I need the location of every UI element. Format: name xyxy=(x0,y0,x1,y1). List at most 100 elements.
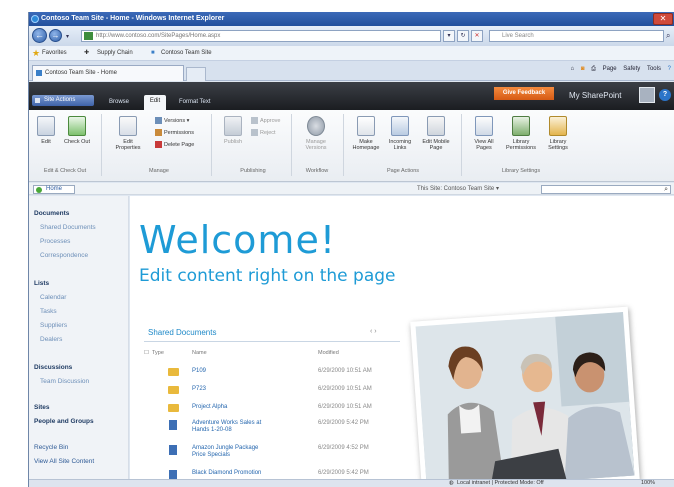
quicklaunch-item[interactable]: Correspondence xyxy=(40,252,88,259)
approve-button[interactable]: Approve xyxy=(251,117,281,125)
manage-versions-button[interactable]: Manage Versions xyxy=(301,116,331,151)
ribbon-tab-browse[interactable]: Browse xyxy=(109,99,129,105)
command-tools[interactable]: Tools xyxy=(647,66,661,72)
ribbon-tab-edit-label: Edit xyxy=(149,98,161,104)
library-settings-button[interactable]: Library Settings xyxy=(543,116,573,151)
quicklaunch-heading-sites[interactable]: Sites xyxy=(34,404,50,411)
folder-icon xyxy=(168,368,179,376)
quicklaunch-heading-discussions[interactable]: Discussions xyxy=(34,364,72,371)
help-icon[interactable]: ? xyxy=(668,66,671,72)
browser-tab-active[interactable]: Contoso Team Site - Home xyxy=(32,65,184,81)
make-homepage-button[interactable]: Make Homepage xyxy=(351,116,381,151)
column-name[interactable]: Name xyxy=(192,350,207,356)
document-name[interactable]: P109 xyxy=(192,368,270,375)
search-scope-select[interactable]: This Site: Contoso Team Site ▾ xyxy=(417,185,537,194)
webpart-menu-icon[interactable]: ‹ › xyxy=(370,328,377,335)
address-url: http://www.contoso.com/SitePages/Home.as… xyxy=(96,33,221,39)
reject-button[interactable]: Reject xyxy=(251,129,276,137)
library-permissions-button[interactable]: Library Permissions xyxy=(503,116,539,151)
mobile-page-icon xyxy=(427,116,445,136)
user-avatar[interactable] xyxy=(639,87,655,103)
command-safety[interactable]: Safety xyxy=(623,66,640,72)
table-row[interactable]: P109 6/29/2009 10:51 AM xyxy=(144,367,400,387)
search-icon[interactable]: ⌕ xyxy=(664,186,668,194)
library-permissions-label: Library Permissions xyxy=(506,139,536,151)
document-name[interactable]: P723 xyxy=(192,386,270,393)
quicklaunch-item[interactable]: Suppliers xyxy=(40,322,67,329)
versions-button[interactable]: Versions ▾ xyxy=(155,117,189,125)
manage-versions-label: Manage Versions xyxy=(305,139,327,151)
quicklaunch-heading-lists[interactable]: Lists xyxy=(34,280,49,287)
delete-page-button[interactable]: Delete Page xyxy=(155,141,194,149)
security-zone[interactable]: Local intranet | Protected Mode: Off xyxy=(457,480,544,487)
document-name[interactable]: Project Alpha xyxy=(192,404,270,411)
document-name[interactable]: Black Diamond Promotion xyxy=(192,470,270,477)
page-subheading[interactable]: Edit content right on the page xyxy=(139,266,396,286)
view-all-pages-label: View All Pages xyxy=(474,139,494,151)
quicklaunch-item[interactable]: Tasks xyxy=(40,308,57,315)
publish-button[interactable]: Publish xyxy=(221,116,245,145)
quicklaunch-item[interactable]: Shared Documents xyxy=(40,224,96,231)
favorites-button[interactable]: Favorites xyxy=(42,46,67,61)
feeds-icon[interactable]: ◙ xyxy=(581,66,585,72)
ribbon-tab-format-text[interactable]: Format Text xyxy=(179,99,211,105)
command-page[interactable]: Page xyxy=(603,66,617,72)
breadcrumb-home[interactable]: Home xyxy=(33,185,75,194)
document-name[interactable]: Adventure Works Sales at Hands 1-20-08 xyxy=(192,420,270,434)
quicklaunch-heading-documents[interactable]: Documents xyxy=(34,210,69,217)
favorite-link-contoso[interactable]: Contoso Team Site xyxy=(161,46,212,61)
home-icon[interactable]: ⌂ xyxy=(571,66,575,72)
sharepoint-help-button[interactable]: ? xyxy=(659,89,671,101)
group-manage: Manage xyxy=(149,168,169,174)
table-row[interactable]: Adventure Works Sales at Hands 1-20-08 6… xyxy=(144,419,400,439)
edit-properties-button[interactable]: Edit Properties xyxy=(111,116,145,151)
give-feedback-button[interactable]: Give Feedback xyxy=(494,87,554,100)
live-search-input[interactable]: Live Search xyxy=(489,30,664,42)
close-icon[interactable]: ✕ xyxy=(653,13,673,25)
recycle-bin-link[interactable]: Recycle Bin xyxy=(34,444,68,451)
refresh-button[interactable]: ↻ xyxy=(457,30,469,42)
group-publishing: Publishing xyxy=(240,168,266,174)
column-modified[interactable]: Modified xyxy=(318,350,339,356)
quicklaunch-item[interactable]: Dealers xyxy=(40,336,62,343)
title-bar: Contoso Team Site - Home - Windows Inter… xyxy=(29,12,674,26)
zoom-level[interactable]: 100% xyxy=(641,480,655,487)
document-name[interactable]: Amazon Jungle Package Price Specials xyxy=(192,445,270,459)
favorites-star-icon[interactable]: ★ xyxy=(32,46,40,61)
ribbon-tab-edit[interactable]: Edit xyxy=(144,95,166,110)
table-row[interactable]: Amazon Jungle Package Price Specials 6/2… xyxy=(144,444,400,464)
my-sharepoint-menu[interactable]: My SharePoint xyxy=(569,91,621,100)
site-actions-menu[interactable]: Site Actions xyxy=(32,95,94,106)
select-all-checkbox[interactable]: ☐ xyxy=(144,350,149,356)
address-bar[interactable]: http://www.contoso.com/SitePages/Home.as… xyxy=(81,30,441,42)
view-all-pages-button[interactable]: View All Pages xyxy=(469,116,499,151)
page-title[interactable]: Welcome! xyxy=(139,218,336,262)
favorite-link-supply-chain[interactable]: Supply Chain xyxy=(97,46,133,61)
incoming-links-button[interactable]: Incoming Links xyxy=(385,116,415,151)
forward-button[interactable]: → xyxy=(49,29,62,42)
quicklaunch-people-groups[interactable]: People and Groups xyxy=(34,418,94,425)
quicklaunch-item[interactable]: Processes xyxy=(40,238,70,245)
search-icon[interactable]: ⌕ xyxy=(666,31,670,41)
stop-button[interactable]: ✕ xyxy=(471,30,483,42)
add-favorite-icon[interactable]: ✚ xyxy=(84,46,89,61)
table-row[interactable]: P723 6/29/2009 10:51 AM xyxy=(144,385,400,405)
site-search-input[interactable]: ⌕ xyxy=(541,185,671,194)
search-scope-label: This Site: Contoso Team Site xyxy=(417,186,495,192)
delete-icon xyxy=(155,141,162,148)
folder-icon xyxy=(168,386,179,394)
print-icon[interactable]: ⎙ xyxy=(591,66,596,72)
quicklaunch-item[interactable]: Calendar xyxy=(40,294,66,301)
address-dropdown-button[interactable]: ▾ xyxy=(443,30,455,42)
permissions-button[interactable]: Permissions xyxy=(155,129,194,137)
column-type[interactable]: Type xyxy=(152,350,164,356)
shared-documents-webpart-title[interactable]: Shared Documents xyxy=(148,328,216,337)
check-out-button[interactable]: Check Out xyxy=(63,116,91,145)
view-all-site-content-link[interactable]: View All Site Content xyxy=(34,458,94,465)
quicklaunch-item[interactable]: Team Discussion xyxy=(40,378,89,385)
edit-button[interactable]: Edit xyxy=(35,116,57,145)
edit-mobile-page-button[interactable]: Edit Mobile Page xyxy=(419,116,453,151)
new-tab-button[interactable] xyxy=(186,67,206,81)
recent-pages-chevron-icon[interactable]: ▾ xyxy=(66,33,69,40)
back-button[interactable]: ← xyxy=(32,28,47,43)
